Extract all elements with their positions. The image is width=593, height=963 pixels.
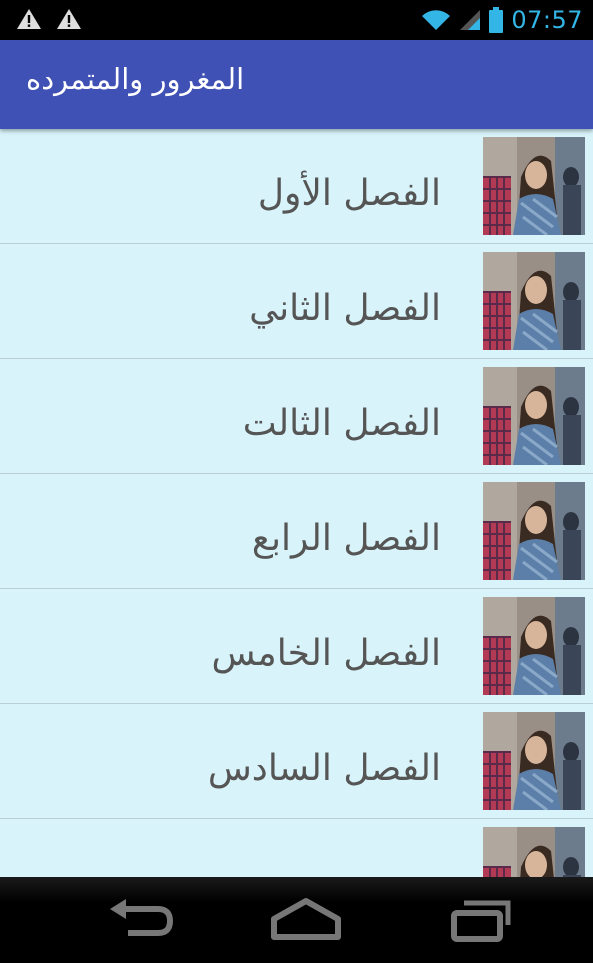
chapter-title: الفصل الرابع <box>251 518 441 559</box>
chapter-thumbnail <box>483 137 585 235</box>
chapter-row[interactable]: الفصل الرابع <box>0 474 593 589</box>
navigation-bar <box>0 877 593 963</box>
chapter-thumbnail <box>483 252 585 350</box>
chapter-title: الفصل الثاني <box>249 288 441 329</box>
chapter-thumbnail <box>483 597 585 695</box>
warning-icon <box>17 9 41 29</box>
chapter-title: الفصل الثالت <box>242 403 441 444</box>
app-title: المغرور والمتمرده <box>26 62 245 96</box>
chapter-title: الفصل الخامس <box>211 633 441 674</box>
status-clock: 07:57 <box>511 6 583 34</box>
battery-icon <box>489 7 504 33</box>
recent-apps-icon[interactable] <box>440 895 520 945</box>
chapter-title: الفصل الأول <box>257 173 441 214</box>
chapter-list[interactable]: الفصل الأول الفصل الثاني الفصل الثالت الفصل… <box>0 129 593 877</box>
chapter-row[interactable] <box>0 819 593 877</box>
signal-icon <box>460 10 481 30</box>
wifi-icon <box>422 10 451 30</box>
status-bar: 07:57 <box>0 0 593 40</box>
chapter-row[interactable]: الفصل الأول <box>0 129 593 244</box>
app-bar: المغرور والمتمرده <box>0 40 593 129</box>
home-icon[interactable] <box>266 895 346 945</box>
chapter-row[interactable]: الفصل السادس <box>0 704 593 819</box>
chapter-thumbnail <box>483 712 585 810</box>
chapter-thumbnail <box>483 482 585 580</box>
chapter-thumbnail <box>483 827 585 877</box>
chapter-thumbnail <box>483 367 585 465</box>
chapter-row[interactable]: الفصل الثاني <box>0 244 593 359</box>
chapter-row[interactable]: الفصل الخامس <box>0 589 593 704</box>
back-icon[interactable] <box>100 895 180 945</box>
chapter-row[interactable]: الفصل الثالت <box>0 359 593 474</box>
warning-icon <box>57 9 81 29</box>
chapter-title: الفصل السادس <box>207 748 441 789</box>
